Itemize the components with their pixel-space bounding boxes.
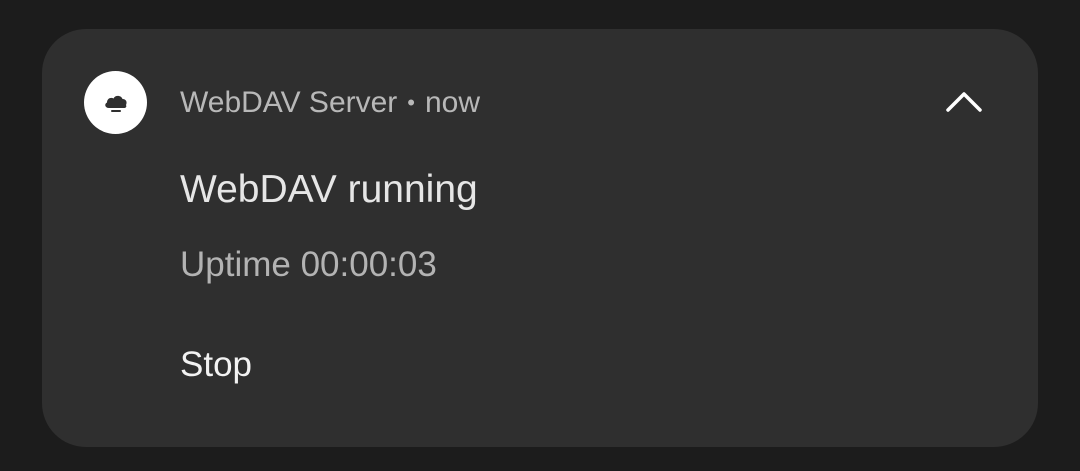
notification-time: now — [425, 86, 481, 119]
app-name: WebDAV Server — [180, 86, 398, 119]
notification-subtitle: Uptime 00:00:03 — [180, 245, 437, 284]
header-separator: • — [407, 90, 415, 115]
app-icon-badge — [84, 71, 147, 134]
collapse-button[interactable] — [932, 74, 996, 130]
chevron-up-icon — [946, 92, 982, 112]
notification-header: WebDAV Server • now — [180, 83, 480, 123]
notification-title: WebDAV running — [180, 168, 478, 211]
notification-card[interactable]: WebDAV Server • now WebDAV running Uptim… — [42, 29, 1038, 447]
stop-button[interactable]: Stop — [172, 341, 260, 389]
cloud-icon — [104, 95, 127, 112]
